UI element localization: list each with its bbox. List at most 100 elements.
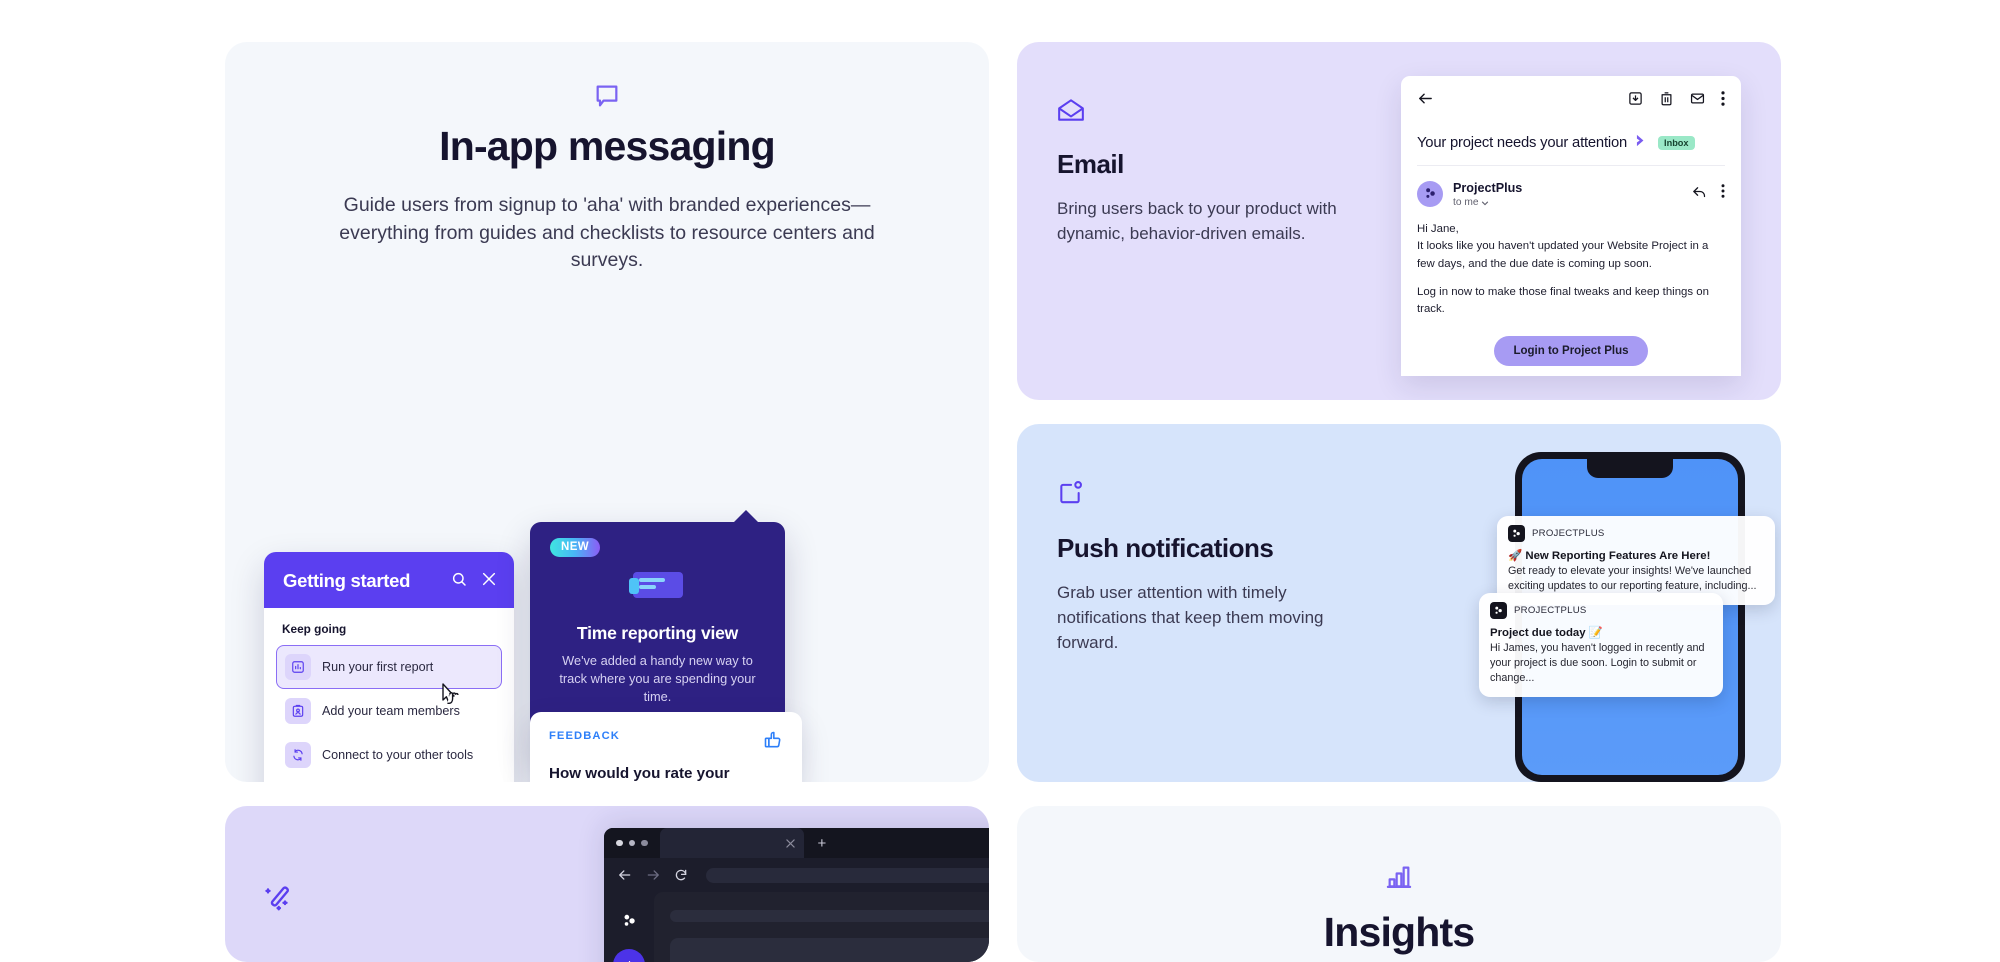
window-dot[interactable] — [641, 839, 648, 847]
card-email: Email Bring users back to your product w… — [1017, 42, 1781, 400]
email-title: Email — [1057, 149, 1124, 179]
email-mockup: Your project needs your attention Inbox … — [1401, 76, 1741, 376]
card-in-app-messaging: In-app messaging Guide users from signup… — [225, 42, 989, 782]
notification-body: Hi James, you haven't logged in recently… — [1490, 642, 1705, 684]
recipient-label: to me — [1453, 197, 1479, 208]
close-icon[interactable] — [481, 571, 497, 592]
bar-chart-icon — [1385, 866, 1413, 894]
checklist-item-connect-tools[interactable]: Connect to your other tools — [276, 733, 502, 777]
notification-title: 🚀 New Reporting Features Are Here! — [1508, 550, 1711, 562]
checklist-item-run-report[interactable]: Run your first report — [276, 645, 502, 690]
new-tab-icon[interactable]: + — [818, 835, 827, 852]
email-body: Hi Jane, It looks like you haven't updat… — [1417, 221, 1725, 319]
back-arrow-icon[interactable] — [1417, 90, 1434, 112]
primary-action-button[interactable] — [613, 949, 645, 962]
back-arrow-icon[interactable] — [618, 868, 632, 882]
tooltip-beak — [733, 510, 759, 524]
inbox-label-chip: Inbox — [1658, 136, 1695, 150]
browser-sidebar — [604, 892, 654, 962]
report-illustration-icon — [628, 566, 687, 609]
reload-icon[interactable] — [674, 868, 688, 882]
in-app-artwork: Getting started Keep going Run your firs… — [225, 287, 989, 782]
pointer-cursor-icon — [437, 681, 463, 716]
getting-started-body: Keep going Run your first report Add you… — [264, 608, 514, 782]
notification-title: Project due today 📝 — [1490, 627, 1603, 639]
checklist-item-add-team[interactable]: Add your team members — [276, 689, 502, 733]
browser-tab[interactable] — [659, 828, 804, 858]
app-logo-icon — [1490, 602, 1507, 619]
push-description: Grab user attention with timely notifica… — [1057, 583, 1324, 653]
in-app-hero: In-app messaging Guide users from signup… — [225, 42, 989, 275]
address-bar[interactable] — [706, 867, 989, 883]
notification-app-name: PROJECTPLUS — [1532, 528, 1605, 539]
notification-app-name: PROJECTPLUS — [1514, 605, 1587, 616]
more-vertical-icon[interactable] — [1721, 91, 1725, 111]
app-logo-icon — [1508, 525, 1525, 542]
email-description: Bring users back to your product with dy… — [1057, 199, 1337, 244]
checklist-section-label: Keep going — [282, 622, 347, 637]
browser-nav-bar — [604, 858, 989, 892]
feedback-question: How would you rate your experience with … — [549, 765, 730, 782]
forwarded-icon — [1636, 134, 1649, 152]
getting-started-header: Getting started — [264, 552, 514, 608]
card-insights: Insights — [1017, 806, 1781, 962]
plus-icon — [628, 960, 630, 962]
feedback-kicker: FEEDBACK — [549, 730, 620, 743]
checklist-item-label: Connect to your other tools — [322, 748, 474, 763]
push-notification-card[interactable]: PROJECTPLUS 🚀 New Reporting Features Are… — [1497, 516, 1775, 605]
avatar — [1417, 180, 1443, 207]
forward-arrow-icon[interactable] — [646, 868, 660, 882]
email-paragraph: Log in now to make those final tweaks an… — [1417, 285, 1709, 316]
page-title: In-app messaging — [439, 123, 776, 169]
chevron-down-icon[interactable] — [1481, 199, 1489, 207]
window-dot[interactable] — [616, 839, 623, 847]
card-bottom-left: + — [225, 806, 989, 962]
sync-icon — [285, 742, 311, 769]
message-bubble-icon — [277, 82, 937, 110]
magic-wand-icon — [263, 884, 293, 919]
feature-grid: In-app messaging Guide users from signup… — [0, 0, 2000, 962]
id-badge-icon — [285, 698, 311, 725]
notification-badge-icon — [1057, 480, 1377, 511]
feedback-card: FEEDBACK How would you rate your experie… — [530, 712, 802, 782]
search-icon[interactable] — [451, 571, 467, 592]
browser-mockup: + — [604, 828, 989, 962]
reply-icon[interactable] — [1692, 184, 1707, 204]
time-reporting-description: We've added a handy new way to track whe… — [559, 653, 756, 705]
bar-chart-icon — [285, 654, 311, 681]
email-subject: Your project needs your attention — [1417, 135, 1628, 151]
push-notification-card[interactable]: PROJECTPLUS Project due today 📝 Hi James… — [1479, 593, 1723, 697]
insights-title: Insights — [1323, 909, 1476, 955]
checklist-item-label: Run your first report — [322, 660, 434, 675]
thumbs-up-icon[interactable] — [763, 730, 783, 755]
getting-started-widget[interactable]: Getting started Keep going Run your firs… — [264, 552, 514, 782]
trash-icon[interactable] — [1659, 91, 1674, 111]
more-vertical-icon[interactable] — [1721, 184, 1725, 203]
getting-started-title: Getting started — [283, 570, 411, 592]
browser-tab-bar: + — [604, 828, 989, 858]
in-app-description: Guide users from signup to 'aha' with br… — [339, 194, 875, 272]
window-controls[interactable] — [616, 839, 648, 847]
browser-content — [654, 892, 989, 962]
phone-mockup: PROJECTPLUS 🚀 New Reporting Features Are… — [1479, 452, 1775, 782]
mail-icon[interactable] — [1690, 91, 1705, 111]
right-column: Email Bring users back to your product w… — [1017, 42, 1781, 782]
envelope-icon — [1057, 98, 1377, 127]
notification-body: Get ready to elevate your insights! We'v… — [1508, 565, 1757, 592]
archive-icon[interactable] — [1628, 91, 1643, 111]
window-dot[interactable] — [628, 839, 635, 847]
sender-name: ProjectPlus — [1453, 181, 1523, 195]
email-greeting: Hi Jane, — [1417, 223, 1459, 235]
content-placeholder-block — [670, 938, 989, 962]
status-badge: NEW — [550, 538, 601, 558]
push-title: Push notifications — [1057, 533, 1274, 563]
sender-recipient[interactable]: to me — [1453, 197, 1522, 208]
phone-notch — [1587, 459, 1673, 478]
app-logo-icon — [624, 914, 635, 926]
content-placeholder-line — [670, 910, 989, 922]
close-icon[interactable] — [785, 838, 795, 848]
email-paragraph: It looks like you haven't updated your W… — [1417, 240, 1709, 270]
time-reporting-title: Time reporting view — [576, 623, 739, 644]
login-to-project-plus-button[interactable]: Login to Project Plus — [1494, 335, 1648, 366]
card-push-notifications: Push notifications Grab user attention w… — [1017, 424, 1781, 782]
